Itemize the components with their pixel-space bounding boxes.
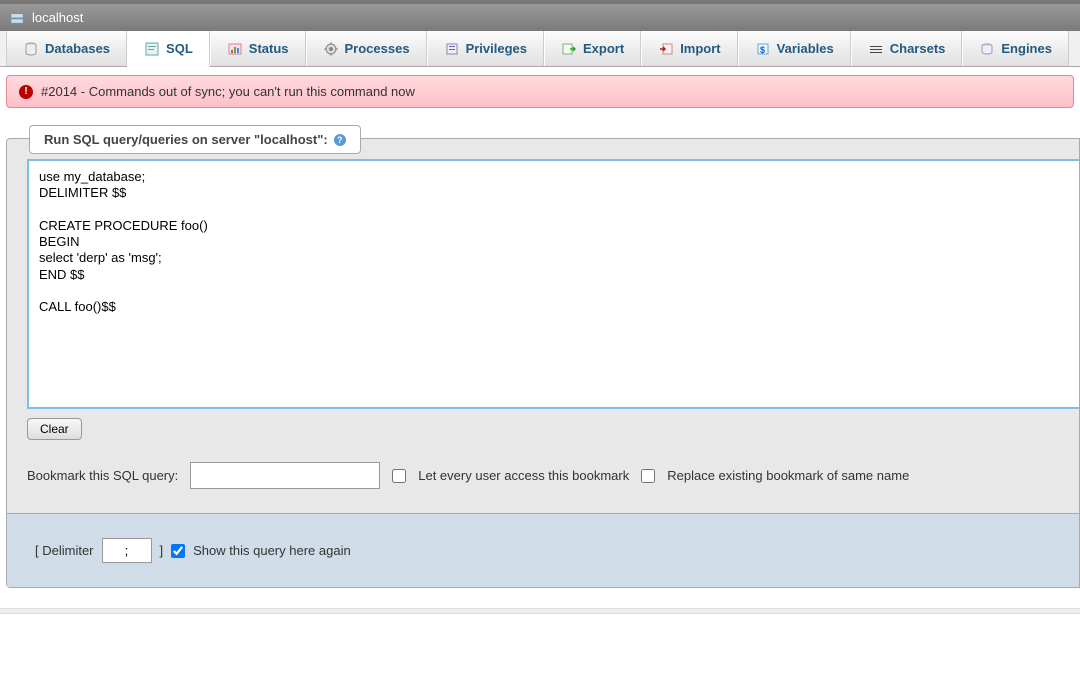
error-banner: ! #2014 - Commands out of sync; you can'… [6,75,1074,108]
tab-charsets[interactable]: Charsets [851,31,963,66]
server-header: localhost [0,0,1080,31]
charsets-icon [868,42,884,56]
privileges-icon [444,42,460,56]
tab-label: Charsets [890,41,946,56]
bookmark-label: Bookmark this SQL query: [27,468,178,483]
tab-label: Export [583,41,624,56]
let-every-user-checkbox[interactable] [392,469,406,483]
error-icon: ! [19,85,33,99]
server-icon [10,11,24,25]
status-icon [227,42,243,56]
bookmark-input[interactable] [190,462,380,489]
sql-query-textarea[interactable] [27,159,1079,409]
delimiter-label-open: [ Delimiter [35,543,94,558]
error-message: #2014 - Commands out of sync; you can't … [41,84,415,99]
clear-button[interactable]: Clear [27,418,82,440]
bookmark-row: Bookmark this SQL query: Let every user … [27,452,1079,513]
sql-panel: Run SQL query/queries on server "localho… [6,138,1080,588]
processes-icon [323,42,339,56]
tab-variables[interactable]: $ Variables [738,31,851,66]
tab-export[interactable]: Export [544,31,641,66]
nav-tabs: Databases SQL Status Processes Privilege… [0,31,1080,67]
tab-label: Engines [1001,41,1052,56]
replace-existing-label: Replace existing bookmark of same name [667,468,909,483]
tab-label: Import [680,41,720,56]
tab-sql[interactable]: SQL [127,31,210,67]
let-every-user-label: Let every user access this bookmark [418,468,629,483]
server-label: localhost [32,10,83,25]
databases-icon [23,42,39,56]
variables-icon: $ [755,42,771,56]
tab-import[interactable]: Import [641,31,737,66]
tab-engines[interactable]: Engines [962,31,1069,66]
tab-label: Variables [777,41,834,56]
delimiter-input[interactable] [102,538,152,563]
tab-processes[interactable]: Processes [306,31,427,66]
engines-icon [979,42,995,56]
tab-privileges[interactable]: Privileges [427,31,544,66]
export-icon [561,42,577,56]
import-icon [658,42,674,56]
show-again-checkbox[interactable] [171,544,185,558]
tab-label: Processes [345,41,410,56]
tab-label: Databases [45,41,110,56]
tab-status[interactable]: Status [210,31,306,66]
tab-label: Privileges [466,41,527,56]
tab-label: Status [249,41,289,56]
sql-panel-title: Run SQL query/queries on server "localho… [29,125,361,154]
footer-row: [ Delimiter ] Show this query here again [7,513,1079,587]
sql-icon [144,42,160,56]
show-again-label: Show this query here again [193,543,351,558]
sql-panel-title-text: Run SQL query/queries on server "localho… [44,132,328,147]
tab-label: SQL [166,41,193,56]
svg-text:$: $ [760,45,765,55]
tab-databases[interactable]: Databases [6,31,127,66]
delimiter-label-close: ] [160,543,164,558]
replace-existing-checkbox[interactable] [641,469,655,483]
help-icon[interactable]: ? [334,134,346,146]
